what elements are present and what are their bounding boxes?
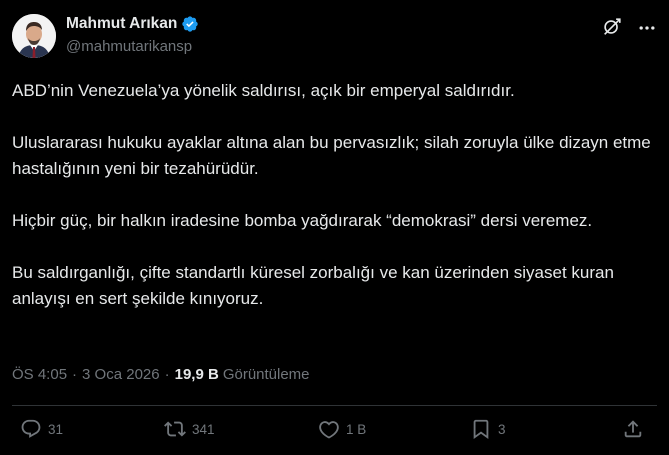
- reply-count: 31: [48, 421, 64, 437]
- tweet-header: Mahmut Arıkan @mahmutarikansp: [12, 10, 657, 60]
- share-button[interactable]: [622, 418, 644, 440]
- reply-icon: [21, 419, 41, 438]
- repost-button[interactable]: 341: [164, 418, 215, 440]
- tweet-text: ABD’nin Venezuela’ya yönelik saldırısı, …: [12, 78, 652, 312]
- tweet-paragraph: ABD’nin Venezuela’ya yönelik saldırısı, …: [12, 81, 515, 100]
- tweet-meta: ÖS 4:05 · 3 Oca 2026 · 19,9 B Görüntülem…: [12, 366, 310, 383]
- repost-icon: [164, 421, 186, 437]
- meta-separator: ·: [72, 366, 78, 383]
- bookmark-icon: [473, 419, 489, 440]
- meta-separator: ·: [164, 366, 170, 383]
- tweet-paragraph: Bu saldırganlığı, çifte standartlı küres…: [12, 263, 614, 308]
- bookmark-button[interactable]: 3: [470, 418, 506, 440]
- more-icon[interactable]: [637, 18, 657, 38]
- like-icon: [319, 421, 339, 439]
- name-row: Mahmut Arıkan: [66, 15, 199, 33]
- verified-badge-icon[interactable]: [181, 15, 199, 33]
- divider: [12, 405, 657, 406]
- tweet: Mahmut Arıkan @mahmutarikansp ABD’nin Ve…: [0, 0, 669, 455]
- user-handle[interactable]: @mahmutarikansp: [66, 38, 192, 55]
- repost-count: 341: [192, 421, 215, 437]
- tweet-paragraph: Hiçbir güç, bir halkın iradesine bomba y…: [12, 211, 593, 230]
- display-name[interactable]: Mahmut Arıkan: [66, 15, 177, 33]
- avatar[interactable]: [12, 14, 56, 58]
- views-label: Görüntüleme: [222, 366, 310, 383]
- bookmark-count: 3: [498, 421, 506, 437]
- tweet-date[interactable]: 3 Oca 2026: [82, 366, 160, 383]
- reply-button[interactable]: 31: [20, 418, 63, 440]
- action-bar: 31 341 1 B 3: [12, 418, 657, 448]
- like-count: 1 B: [346, 421, 367, 437]
- views-count: 19,9 B: [174, 366, 219, 383]
- like-button[interactable]: 1 B: [318, 418, 366, 440]
- avatar-image: [12, 14, 56, 58]
- tweet-time[interactable]: ÖS 4:05: [12, 366, 67, 383]
- grok-icon[interactable]: [601, 16, 623, 38]
- tweet-paragraph: Uluslararası hukuku ayaklar altına alan …: [12, 133, 651, 178]
- share-icon: [624, 420, 642, 438]
